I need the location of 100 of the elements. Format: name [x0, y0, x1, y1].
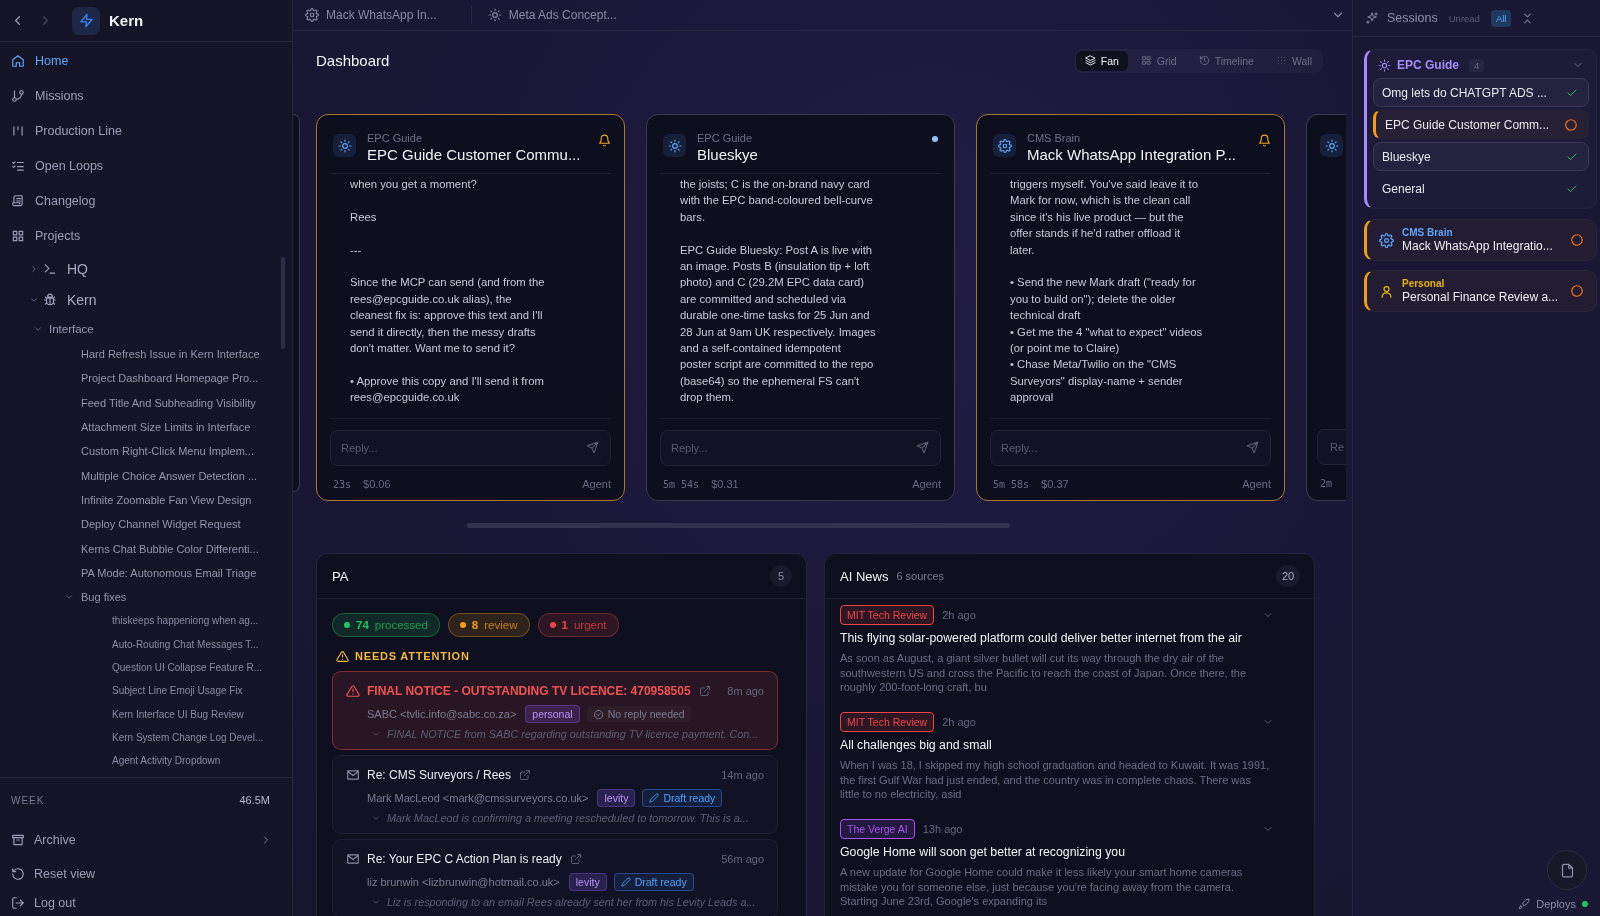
tree-item[interactable]: thiskeeps happeniong when ag...: [112, 615, 259, 627]
tree-item[interactable]: Kerns Chat Bubble Color Differenti...: [81, 542, 259, 555]
session-title: Blueskye: [697, 145, 758, 165]
workspace-name: Personal: [1402, 277, 1446, 290]
view-tab[interactable]: Fan: [1075, 50, 1128, 71]
news-summary: As soon as August, a giant silver bullet will cut its way through the dry air of the southwestern US and cross the Pacific to reach the coast of Japan. Once there, the roughly 200-foot-long craft, bu: [840, 651, 1247, 695]
tree-item[interactable]: Agent Activity Dropdown: [112, 755, 221, 767]
tree-item[interactable]: Attachment Size Limits in Interface: [81, 421, 251, 434]
tree-item[interactable]: Hard Refresh Issue in Kern Interface: [81, 348, 260, 361]
panel-title: PA: [332, 568, 349, 584]
session-card[interactable]: [316, 114, 625, 501]
view-tab[interactable]: Timeline: [1189, 50, 1263, 71]
news-headline[interactable]: This flying solar-powered platform could deliver better internet from the air: [840, 630, 1286, 647]
document-button[interactable]: [1547, 850, 1587, 890]
sun-icon: [1378, 58, 1391, 72]
nav-item[interactable]: Missions: [0, 78, 292, 113]
tree-item[interactable]: Custom Right-Click Menu Implem...: [81, 445, 254, 458]
tree-item[interactable]: HQ: [67, 260, 88, 277]
session-card[interactable]: Re 2m: [1306, 114, 1346, 501]
gear-icon: [305, 8, 319, 22]
nav-item[interactable]: Projects: [0, 218, 292, 253]
deploys-button[interactable]: Deploys: [1514, 894, 1592, 914]
tree-item[interactable]: Subject Line Emoji Usage Fix: [112, 685, 243, 697]
tree-item[interactable]: Infinite Zoomable Fan View Design: [81, 493, 252, 506]
email-summary: Mark MacLeod is confirming a meeting rescheduled to tomorrow. This is a...: [387, 812, 749, 824]
news-time: 13h ago: [922, 823, 963, 835]
email-item[interactable]: FINAL NOTICE - OUTSTANDING TV LICENCE: 470958505 8m ago SABC <tvlic.info@sabc.co.za> personal No reply needed FINAL NOTICE from SABC regarding outstanding TV licence payment. Con...: [332, 671, 778, 750]
stat-pill[interactable]: 8 review: [447, 613, 530, 637]
grid-icon: [1140, 55, 1152, 66]
elapsed-time: 5m 54s: [663, 478, 700, 490]
tree-item[interactable]: Kern Interface UI Bug Review: [112, 708, 244, 720]
session-card[interactable]: [646, 114, 955, 501]
stat-pill[interactable]: 74 processed: [332, 613, 440, 637]
session-item[interactable]: Blueskye: [1373, 142, 1589, 171]
nav-item[interactable]: Open Loops: [0, 148, 292, 183]
email-time: 8m ago: [727, 685, 764, 697]
external-link-icon[interactable]: [698, 685, 711, 697]
reply-field[interactable]: Reply...: [660, 430, 941, 466]
tree-item[interactable]: Deploy Channel Widget Request: [81, 518, 241, 531]
message-text: when you get a moment? Rees --- Since the MCP can send (and from the rees@epcguide.co.uk alias), the cleanest fix is: approve this text and I'll send it directly, then the messy drafts don't matter. Want me to send it? • Approve this copy and I'll send it from rees@epcguide.co.uk: [350, 177, 546, 406]
reply-field[interactable]: Reply...: [990, 430, 1271, 466]
elapsed-time: 5m 58s: [993, 478, 1030, 490]
bars-icon: [11, 123, 25, 138]
tree-item[interactable]: Kern System Change Log Devel...: [112, 731, 264, 743]
filter-tab[interactable]: All: [1490, 9, 1512, 27]
tree-item[interactable]: Bug fixes: [81, 591, 127, 604]
email-time: 14m ago: [721, 769, 764, 781]
session-item[interactable]: Personal Personal Finance Review a...: [1364, 270, 1597, 312]
circular-arrow-icon: [11, 867, 25, 881]
chevron-icon: [371, 813, 381, 823]
menu-item[interactable]: Reset view: [0, 858, 292, 890]
stat-pill[interactable]: 1 urgent: [537, 613, 619, 637]
status-tag: No reply needed: [586, 706, 691, 722]
view-tab[interactable]: Grid: [1131, 50, 1186, 71]
tree-item[interactable]: PA Mode: Autonomous Email Triage: [81, 566, 257, 579]
session-item[interactable]: Omg lets do CHATGPT ADS ...: [1373, 78, 1589, 107]
source-tag: MIT Tech Review: [840, 712, 935, 732]
mail-icon: [346, 852, 360, 866]
session-tab[interactable]: Meta Ads Concept...: [487, 0, 617, 31]
tree-item[interactable]: Auto-Routing Chat Messages T...: [112, 638, 259, 650]
group-name[interactable]: EPC Guide: [1397, 58, 1459, 72]
terminal-icon: [43, 261, 57, 276]
chevron-icon: [371, 897, 381, 907]
nav-item[interactable]: Production Line: [0, 113, 292, 148]
news-headline[interactable]: All challenges big and small: [840, 737, 1286, 754]
nav-item[interactable]: Home: [0, 43, 292, 78]
menu-item[interactable]: Archive: [0, 822, 292, 858]
tree-item[interactable]: Feed Title And Subheading Visibility: [81, 396, 256, 409]
tree-item[interactable]: Kern: [67, 292, 97, 309]
tree-item[interactable]: Question UI Collapse Feature R...: [112, 662, 263, 673]
send-icon[interactable]: [1246, 441, 1259, 454]
usage-value: 46.5M: [239, 794, 270, 806]
email-sender: SABC <tvlic.info@sabc.co.za>: [367, 708, 517, 720]
email-item[interactable]: Re: CMS Surveyors / Rees 14m ago Mark MacLeod <mark@cmssurveyors.co.uk> levity Draft ready Mark MacLeod is confirming a meeting rescheduled to tomorrow. This is a...: [332, 755, 778, 834]
session-tab[interactable]: Mack WhatsApp In...: [305, 0, 437, 31]
session-card[interactable]: [976, 114, 1285, 501]
tree-item[interactable]: Project Dashboard Homepage Pro...: [81, 372, 259, 385]
chevron-icon[interactable]: [33, 324, 43, 334]
external-link-icon[interactable]: [519, 769, 532, 781]
page-title: Dashboard: [316, 52, 390, 69]
chevron-icon[interactable]: [29, 263, 39, 274]
reply-field[interactable]: Reply...: [330, 430, 611, 466]
view-tab[interactable]: Wall: [1266, 50, 1321, 71]
scrollbar[interactable]: [281, 257, 285, 349]
reply-field[interactable]: Re: [1317, 429, 1346, 465]
tree-item[interactable]: Multiple Choice Answer Detection ...: [81, 469, 258, 482]
scrollbar[interactable]: [467, 523, 1010, 528]
session-item[interactable]: EPC Guide Customer Comm...: [1373, 110, 1589, 139]
tree-item[interactable]: Interface: [49, 323, 94, 335]
menu-item[interactable]: Log out: [0, 890, 292, 916]
external-link-icon[interactable]: [569, 853, 582, 865]
email-item[interactable]: Re: Your EPC C Action Plan is ready 56m ago liz brunwin <lizbrunwin@hotmail.co.uk> levity Draft ready Liz is responding to an email Rees already sent her from his Levity Leads a...: [332, 839, 778, 916]
news-headline[interactable]: Google Home will soon get better at recognizing you: [840, 844, 1286, 861]
sun-icon: [1320, 134, 1343, 157]
session-item[interactable]: CMS Brain Mack WhatsApp Integratio...: [1364, 219, 1597, 261]
session-item[interactable]: General: [1373, 174, 1589, 203]
nav-item[interactable]: Changelog: [0, 183, 292, 218]
message-text: triggers myself. You've said leave it to Mark for now, which is the clean call since it's his live product — but the offer stands if he'd rather offload it later. • Send the new Mark draft ("ready for you to build on"); delete the older technical draft • Get me the 4 "what to expect" videos (or point me to Claire) • Chase Meta/Twilio on the "CMS Surveyors" display-name + sender approval: [1010, 177, 1204, 406]
send-icon[interactable]: [586, 441, 599, 454]
send-icon[interactable]: [916, 441, 929, 454]
